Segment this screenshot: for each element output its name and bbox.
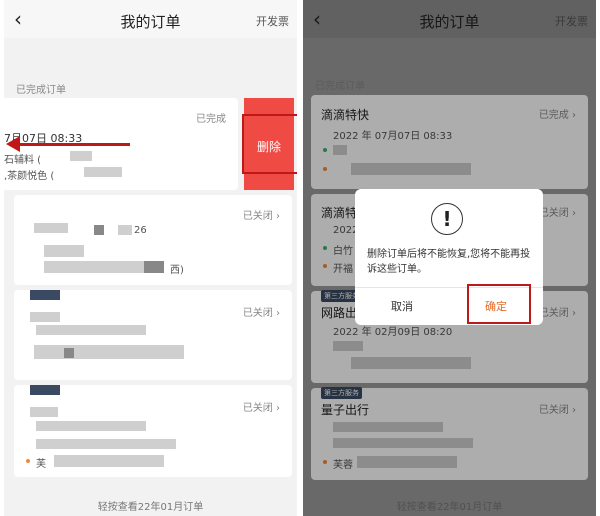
blurred-fragment: 26 (134, 225, 147, 236)
warning-icon: ! (431, 203, 463, 235)
dialog-message: 删除订单后将不能恢复,您将不能再投诉这些订单。 (367, 249, 531, 275)
order-list-screen-left: ‹ 我的订单 开发票 已完成订单 已完成 7月07日 08:33 石辅料 ( ,… (4, 0, 297, 516)
invoice-link[interactable]: 开发票 (256, 13, 289, 29)
order-status: 已完成 (196, 114, 226, 125)
blurred-fragment: 西) (170, 265, 184, 276)
highlight-box (467, 284, 531, 324)
order-card[interactable]: 已关闭 › 26 西) (14, 195, 292, 285)
confirm-delete-dialog: ! 删除订单后将不能恢复,您将不能再投诉这些订单。 取消 确定 (355, 189, 543, 325)
highlight-box (242, 114, 297, 174)
order-status: 已关闭 › (242, 403, 280, 414)
swipe-arrow-icon (6, 136, 20, 152)
cancel-button[interactable]: 取消 (355, 288, 449, 325)
order-status: 已关闭 › (242, 308, 280, 319)
order-from: 石辅料 ( (4, 155, 42, 166)
order-card[interactable]: 已关闭 › 芙 (14, 385, 292, 477)
order-to: 芙 (36, 459, 46, 470)
order-card[interactable]: 已关闭 › (14, 290, 292, 380)
nav-bar: ‹ 我的订单 开发票 (4, 0, 297, 38)
order-list-screen-right: ‹ 我的订单 开发票 已完成订单 滴滴特快 已完成 › 2022 年 07月07… (303, 0, 596, 516)
section-label: 已完成订单 (16, 85, 66, 96)
order-status: 已关闭 › (242, 211, 280, 222)
swipe-arrow-line (14, 143, 130, 146)
footer-link[interactable]: 轻按查看22年01月订单 (4, 498, 297, 513)
order-to: ,茶颜悦色 ( (4, 171, 55, 182)
page-title: 我的订单 (120, 13, 181, 31)
